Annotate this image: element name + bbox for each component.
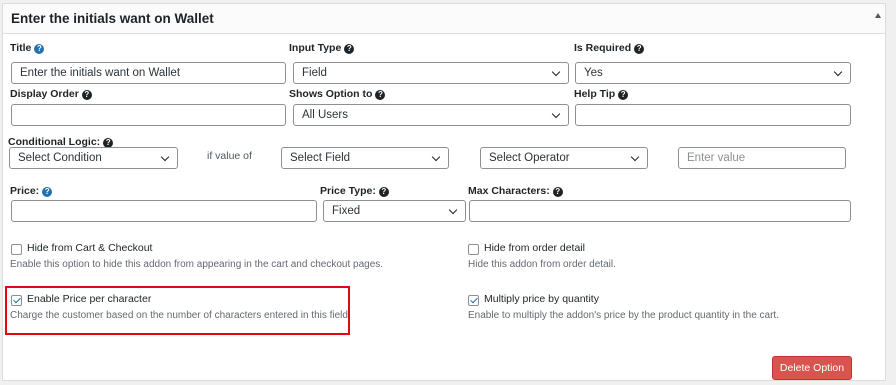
panel-header[interactable]: Enter the initials want on Wallet	[3, 4, 885, 34]
help-tip-label: Help Tip?	[574, 88, 629, 100]
chevron-down-icon	[551, 67, 561, 77]
hide-order-description: Hide this addon from order detail.	[468, 259, 616, 270]
condition-select[interactable]: Select Condition	[9, 147, 178, 169]
max-characters-label: Max Characters:?	[468, 185, 563, 197]
price-type-label: Price Type:?	[320, 185, 389, 197]
title-input[interactable]: Enter the initials want on Wallet	[11, 62, 286, 84]
highlight-annotation-box	[5, 286, 350, 335]
input-type-label: Input Type?	[289, 42, 355, 54]
multiply-quantity-label: Multiply price by quantity	[484, 293, 599, 305]
chevron-down-icon	[833, 67, 843, 77]
price-input[interactable]	[11, 200, 317, 222]
chevron-down-icon	[448, 205, 458, 215]
display-order-label: Display Order?	[10, 88, 92, 100]
title-label: Title?	[10, 42, 45, 54]
chevron-down-icon	[160, 152, 170, 162]
operator-select[interactable]: Select Operator	[480, 147, 648, 169]
max-characters-input[interactable]	[469, 200, 851, 222]
help-icon[interactable]: ?	[34, 44, 45, 54]
help-icon[interactable]: ?	[42, 187, 53, 197]
hide-order-label: Hide from order detail	[484, 242, 585, 254]
help-icon[interactable]: ?	[81, 90, 92, 100]
help-icon[interactable]: ?	[634, 44, 645, 54]
hide-cart-label: Hide from Cart & Checkout	[27, 242, 153, 254]
hide-cart-checkbox[interactable]	[11, 244, 22, 255]
delete-option-button[interactable]: Delete Option	[772, 356, 852, 380]
collapse-icon[interactable]	[875, 13, 881, 18]
if-value-of-text: if value of	[207, 150, 252, 162]
field-select[interactable]: Select Field	[281, 147, 449, 169]
help-icon[interactable]: ?	[618, 90, 629, 100]
chevron-down-icon	[630, 152, 640, 162]
chevron-down-icon	[551, 109, 561, 119]
is-required-select[interactable]: Yes	[575, 62, 851, 84]
shows-option-to-select[interactable]: All Users	[293, 104, 569, 126]
multiply-quantity-description: Enable to multiply the addon's price by …	[468, 310, 779, 321]
chevron-down-icon	[431, 152, 441, 162]
price-label: Price:?	[10, 185, 53, 197]
display-order-input[interactable]	[11, 104, 286, 126]
price-type-select[interactable]: Fixed	[323, 200, 466, 222]
is-required-label: Is Required?	[574, 42, 645, 54]
help-icon[interactable]: ?	[552, 187, 563, 197]
panel-title: Enter the initials want on Wallet	[11, 11, 214, 26]
help-icon[interactable]: ?	[375, 90, 386, 100]
input-type-select[interactable]: Field	[293, 62, 569, 84]
help-tip-input[interactable]	[575, 104, 851, 126]
condition-value-input[interactable]: Enter value	[678, 147, 846, 169]
shows-option-to-label: Shows Option to?	[289, 88, 386, 100]
hide-cart-description: Enable this option to hide this addon fr…	[10, 259, 384, 270]
hide-order-checkbox[interactable]	[468, 244, 479, 255]
help-icon[interactable]: ?	[378, 187, 389, 197]
multiply-quantity-checkbox[interactable]	[468, 295, 479, 306]
help-icon[interactable]: ?	[344, 44, 355, 54]
